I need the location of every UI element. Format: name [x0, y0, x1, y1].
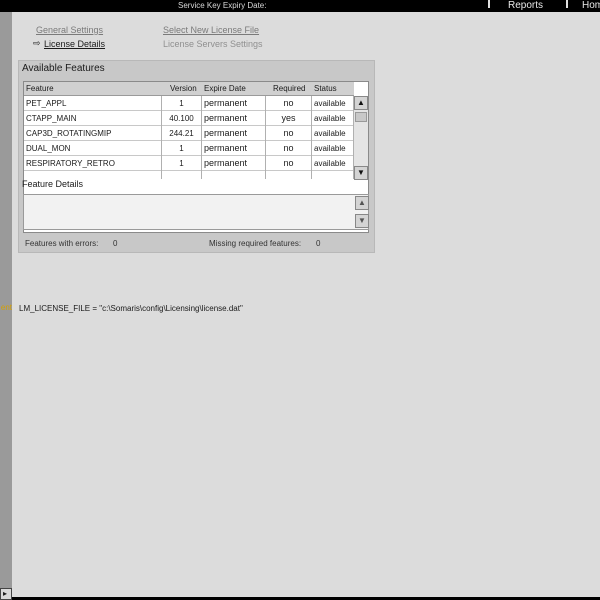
features-scrollbar[interactable]: ▲ ▼ [354, 96, 368, 180]
table-cell [24, 171, 162, 179]
left-panel-text: ent [0, 303, 12, 312]
nav-separator [566, 0, 568, 8]
feature-version: 1 [162, 96, 202, 111]
arrow-right-icon: ⇨ [33, 38, 41, 48]
feature-version: 1 [162, 156, 202, 171]
table-row[interactable]: PET_APPL 1 permanent no available [24, 96, 354, 111]
feature-name: CTAPP_MAIN [24, 111, 162, 126]
license-servers-settings-link[interactable]: License Servers Settings [163, 39, 263, 49]
feature-expire: permanent [202, 96, 266, 111]
table-cell [266, 171, 312, 179]
feature-required: yes [266, 111, 312, 126]
scroll-up-button[interactable]: ▲ [354, 96, 368, 110]
table-row[interactable]: DUAL_MON 1 permanent no available [24, 141, 354, 156]
column-expire-date[interactable]: Expire Date [204, 84, 246, 93]
feature-required: no [266, 156, 312, 171]
feature-name: RESPIRATORY_RETRO [24, 156, 162, 171]
feature-version: 40.100 [162, 111, 202, 126]
feature-version: 1 [162, 141, 202, 156]
license-details-link[interactable]: License Details [44, 39, 105, 49]
feature-expire: permanent [202, 141, 266, 156]
scroll-down-button[interactable]: ▼ [354, 166, 368, 180]
table-cell [312, 171, 354, 179]
expand-button[interactable]: ▸ [0, 588, 12, 600]
home-link[interactable]: Hom [582, 0, 600, 11]
feature-required: no [266, 96, 312, 111]
select-new-license-link[interactable]: Select New License File [163, 25, 259, 35]
table-header: Feature Version Expire Date Required Sta… [24, 82, 354, 96]
column-required[interactable]: Required [273, 84, 305, 93]
nav-separator [488, 0, 490, 8]
top-bar: Service Key Expiry Date: Reports Hom [0, 0, 600, 12]
column-feature[interactable]: Feature [26, 84, 54, 93]
feature-expire: permanent [202, 156, 266, 171]
feature-status: available [312, 141, 354, 156]
column-status[interactable]: Status [314, 84, 337, 93]
column-version[interactable]: Version [170, 84, 197, 93]
play-icon: ▸ [3, 589, 8, 598]
available-features-panel: Available Features Feature Version Expir… [18, 60, 375, 253]
table-cell [202, 171, 266, 179]
triangle-up-icon: ▲ [357, 98, 365, 107]
reports-link[interactable]: Reports [508, 0, 543, 11]
feature-expire: permanent [202, 126, 266, 141]
triangle-down-icon: ▼ [357, 168, 365, 177]
feature-required: no [266, 141, 312, 156]
feature-status: available [312, 111, 354, 126]
triangle-up-icon: ▲ [358, 198, 366, 207]
features-with-errors-value: 0 [113, 239, 118, 248]
service-key-expiry-label: Service Key Expiry Date: [178, 1, 267, 10]
feature-required: no [266, 126, 312, 141]
scroll-thumb[interactable] [355, 112, 367, 122]
feature-details-box: ▲ ▼ [23, 194, 369, 230]
feature-expire: permanent [202, 111, 266, 126]
missing-required-features-label: Missing required features: [209, 239, 302, 248]
table-cell [162, 171, 202, 179]
triangle-down-icon: ▼ [358, 216, 366, 225]
missing-required-features-value: 0 [316, 239, 321, 248]
table-row [24, 171, 354, 179]
feature-version: 244.21 [162, 126, 202, 141]
feature-status: available [312, 156, 354, 171]
license-file-path: LM_LICENSE_FILE = "c:\Somaris\config\Lic… [19, 304, 243, 313]
table-row[interactable]: CTAPP_MAIN 40.100 permanent yes availabl… [24, 111, 354, 126]
feature-name: CAP3D_ROTATINGMIP [24, 126, 162, 141]
details-scroll-up-button[interactable]: ▲ [355, 196, 369, 210]
available-features-title: Available Features [22, 63, 105, 74]
table-row[interactable]: CAP3D_ROTATINGMIP 244.21 permanent no av… [24, 126, 354, 141]
feature-status: available [312, 126, 354, 141]
feature-name: DUAL_MON [24, 141, 162, 156]
feature-details-title: Feature Details [22, 179, 84, 189]
left-panel-strip [0, 12, 12, 590]
table-row[interactable]: RESPIRATORY_RETRO 1 permanent no availab… [24, 156, 354, 171]
features-with-errors-label: Features with errors: [25, 239, 99, 248]
feature-status: available [312, 96, 354, 111]
general-settings-link[interactable]: General Settings [36, 25, 103, 35]
feature-name: PET_APPL [24, 96, 162, 111]
details-scroll-down-button[interactable]: ▼ [355, 214, 369, 228]
